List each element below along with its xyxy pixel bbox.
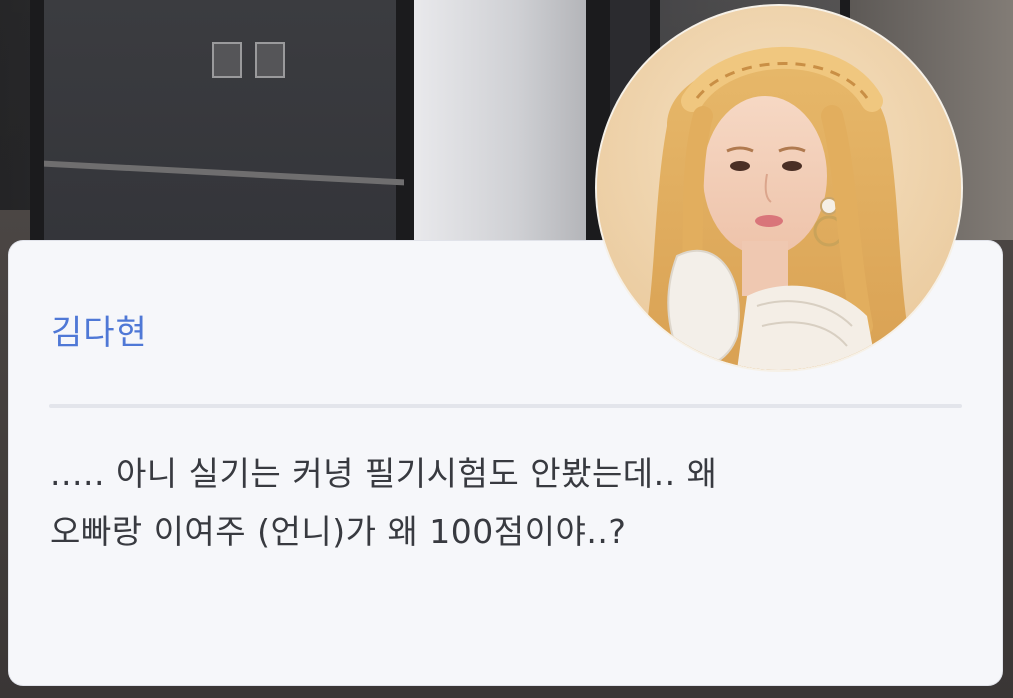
background-window	[30, 0, 410, 240]
screen: 김다현 ..... 아니 실기는 커녕 필기시험도 안봤는데.. 왜 오빠랑 이…	[0, 0, 1013, 698]
author-name: 김다현	[51, 313, 148, 353]
background-switch-plate	[255, 42, 285, 78]
avatar[interactable]	[597, 6, 961, 370]
background-switch-plate	[212, 42, 242, 78]
profile-photo-icon	[597, 6, 961, 370]
message-text: ..... 아니 실기는 커녕 필기시험도 안봤는데.. 왜 오빠랑 이여주 (…	[50, 454, 718, 551]
background-window	[400, 0, 600, 240]
divider	[49, 404, 962, 408]
